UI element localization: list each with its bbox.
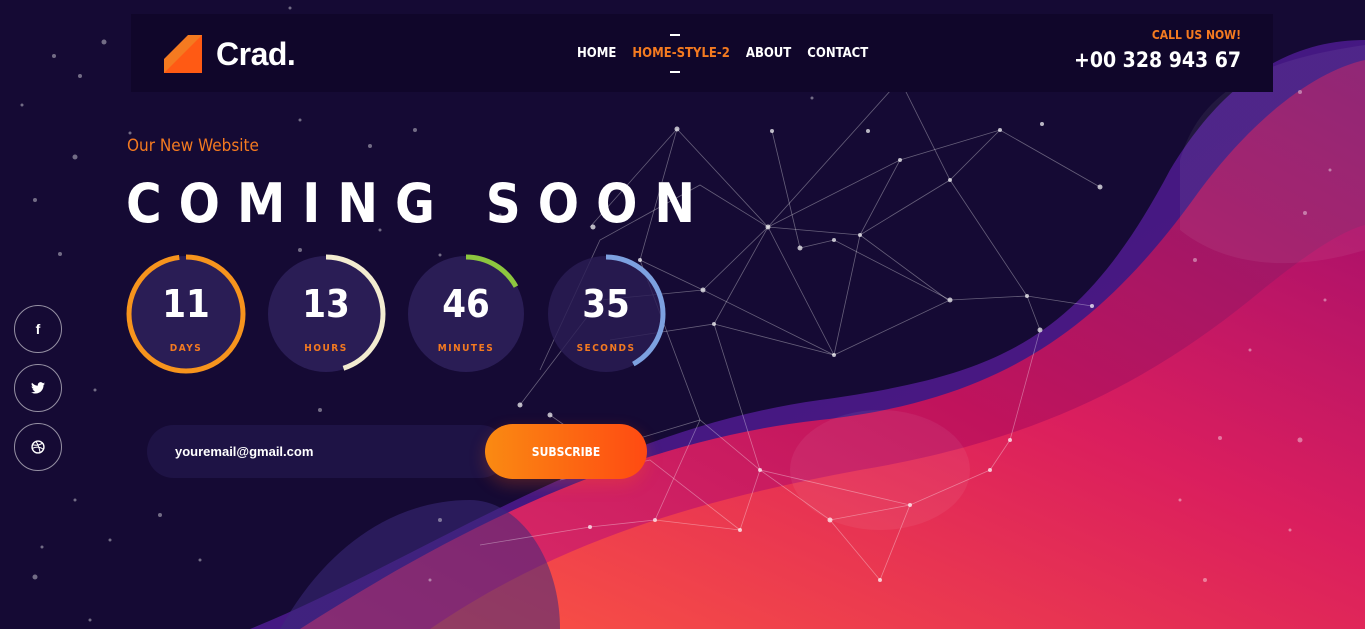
days-label: DAYS [169, 343, 203, 354]
site-header: Crad. HOME HOME-STYLE-2 ABOUT CONTACT CA… [131, 14, 1273, 92]
hours-value: 13 [302, 282, 350, 326]
email-field-wrapper [147, 425, 507, 478]
call-label: CALL US NOW! [1151, 28, 1241, 42]
nav-home[interactable]: HOME [577, 46, 616, 61]
dribbble-button[interactable] [14, 423, 62, 471]
hours-label: HOURS [304, 343, 348, 354]
minutes-label: MINUTES [437, 343, 495, 354]
main-nav: HOME HOME-STYLE-2 ABOUT CONTACT [577, 34, 868, 73]
facebook-icon: f [35, 321, 41, 337]
minutes-value: 46 [442, 282, 490, 326]
seconds-label: SECONDS [576, 343, 636, 354]
dribbble-icon [31, 440, 45, 454]
email-field[interactable] [175, 425, 475, 478]
logo-mark-icon [164, 35, 202, 73]
countdown-hours: 13 HOURS [266, 254, 390, 378]
subscribe-button[interactable]: SUBSCRIBE [485, 424, 647, 479]
countdown-minutes: 46 MINUTES [406, 254, 530, 378]
twitter-button[interactable] [14, 364, 62, 412]
facebook-button[interactable]: f [14, 305, 62, 353]
phone-number[interactable]: +00 328 943 67 [1074, 48, 1241, 72]
logo[interactable]: Crad. [164, 34, 296, 74]
brand-name: Crad. [216, 35, 296, 72]
countdown: 11 DAYS 13 HOURS 46 MINUTES 35 SECONDS [126, 254, 671, 378]
hero-title: COMING SOON [126, 172, 713, 235]
countdown-days: 11 DAYS [126, 254, 250, 378]
seconds-value: 35 [582, 282, 630, 326]
twitter-icon [31, 382, 45, 394]
nav-about[interactable]: ABOUT [746, 46, 791, 61]
countdown-seconds: 35 SECONDS [546, 254, 670, 378]
days-value: 11 [162, 282, 210, 326]
call-us: CALL US NOW! +00 328 943 67 [1074, 28, 1241, 72]
nav-contact[interactable]: CONTACT [807, 46, 868, 61]
hero-subtitle: Our New Website [127, 136, 259, 156]
nav-home-style-2[interactable]: HOME-STYLE-2 [632, 34, 730, 73]
